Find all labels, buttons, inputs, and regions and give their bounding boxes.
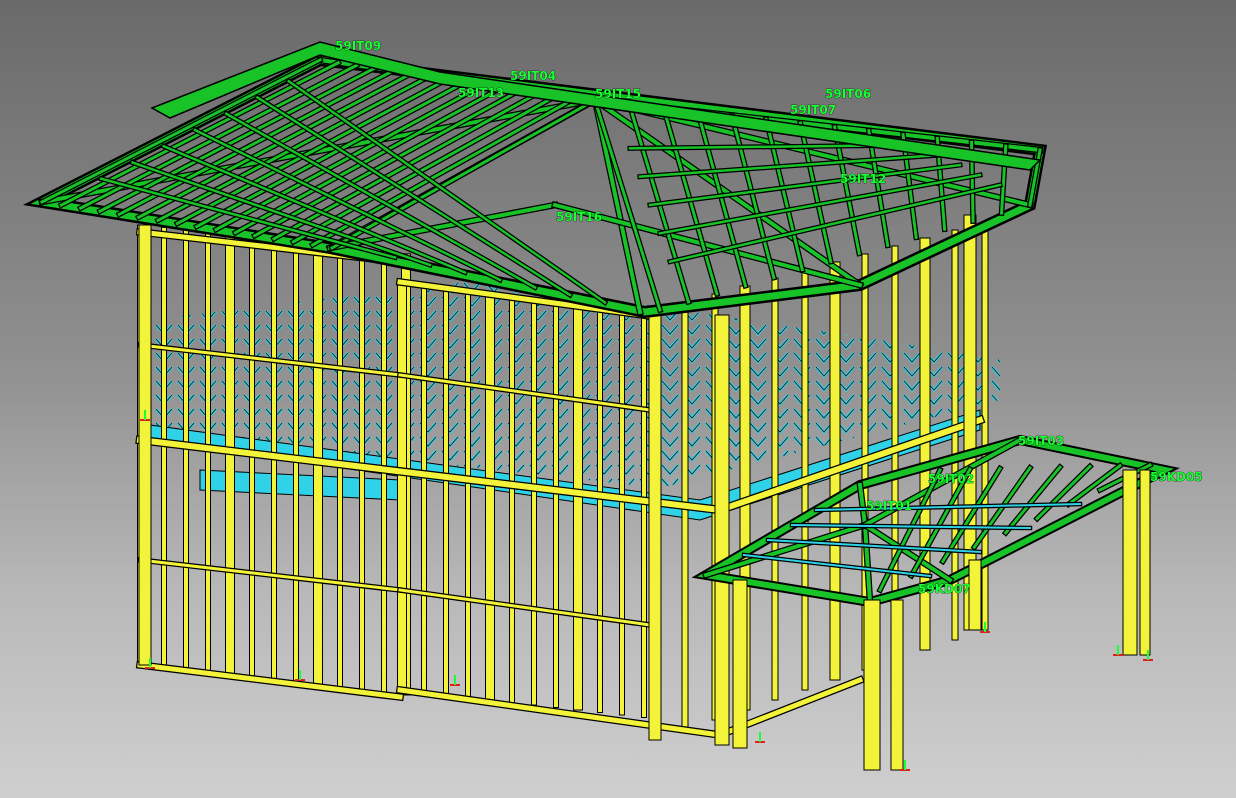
bottom-plate xyxy=(397,687,723,738)
wall-stud xyxy=(641,314,647,718)
wall-stud xyxy=(421,284,427,693)
corner-post xyxy=(714,314,730,746)
corner-post xyxy=(138,224,152,666)
wall-stud xyxy=(161,226,167,668)
wall-stud xyxy=(573,305,583,711)
wall-stud xyxy=(619,311,625,716)
label-truss-e: 59IT07 xyxy=(790,103,836,117)
porch-post xyxy=(1139,469,1151,656)
wall-stud xyxy=(681,301,689,731)
wall-stud xyxy=(397,281,407,691)
wall-stud xyxy=(509,296,515,703)
label-truss-f: 59IT13 xyxy=(458,86,504,100)
wall-stud xyxy=(981,221,989,631)
porch-post xyxy=(863,599,881,771)
wall-stud xyxy=(553,302,559,708)
wall-stud xyxy=(465,290,471,698)
wall-stud xyxy=(485,293,495,701)
label-porch-truss-c: 59IT03 xyxy=(1018,434,1064,448)
porch-post xyxy=(890,599,904,771)
label-porch-truss-a: 59IT02 xyxy=(928,472,974,486)
label-truss-g: 59IT12 xyxy=(840,172,886,186)
porch-post xyxy=(968,559,982,631)
corner-post xyxy=(648,309,662,741)
rafter xyxy=(764,117,805,272)
label-porch-truss-b: 59IT01 xyxy=(866,499,912,513)
porch-post xyxy=(732,579,748,749)
cad-viewport[interactable]: 59IT09 59IT04 59IT15 59IT06 59IT07 59IT1… xyxy=(0,0,1236,798)
label-truss-b: 59IT04 xyxy=(510,69,556,83)
wall-stud xyxy=(531,299,537,706)
label-porch-member-b: 59KD05 xyxy=(1150,470,1203,484)
wall-stud xyxy=(443,287,449,696)
label-truss-h: 59IT16 xyxy=(556,210,602,224)
label-truss-c: 59IT15 xyxy=(595,87,641,101)
label-porch-member-a: 59KD07 xyxy=(918,582,971,596)
wall-stud xyxy=(597,308,603,713)
steel-frame-house-model: 59IT09 59IT04 59IT15 59IT06 59IT07 59IT1… xyxy=(22,39,1203,771)
hip-rafter xyxy=(592,97,643,315)
label-truss-a: 59IT09 xyxy=(335,39,381,53)
wall-nogging xyxy=(398,588,652,627)
label-truss-d: 59IT06 xyxy=(825,87,871,101)
porch-post xyxy=(1122,469,1138,656)
